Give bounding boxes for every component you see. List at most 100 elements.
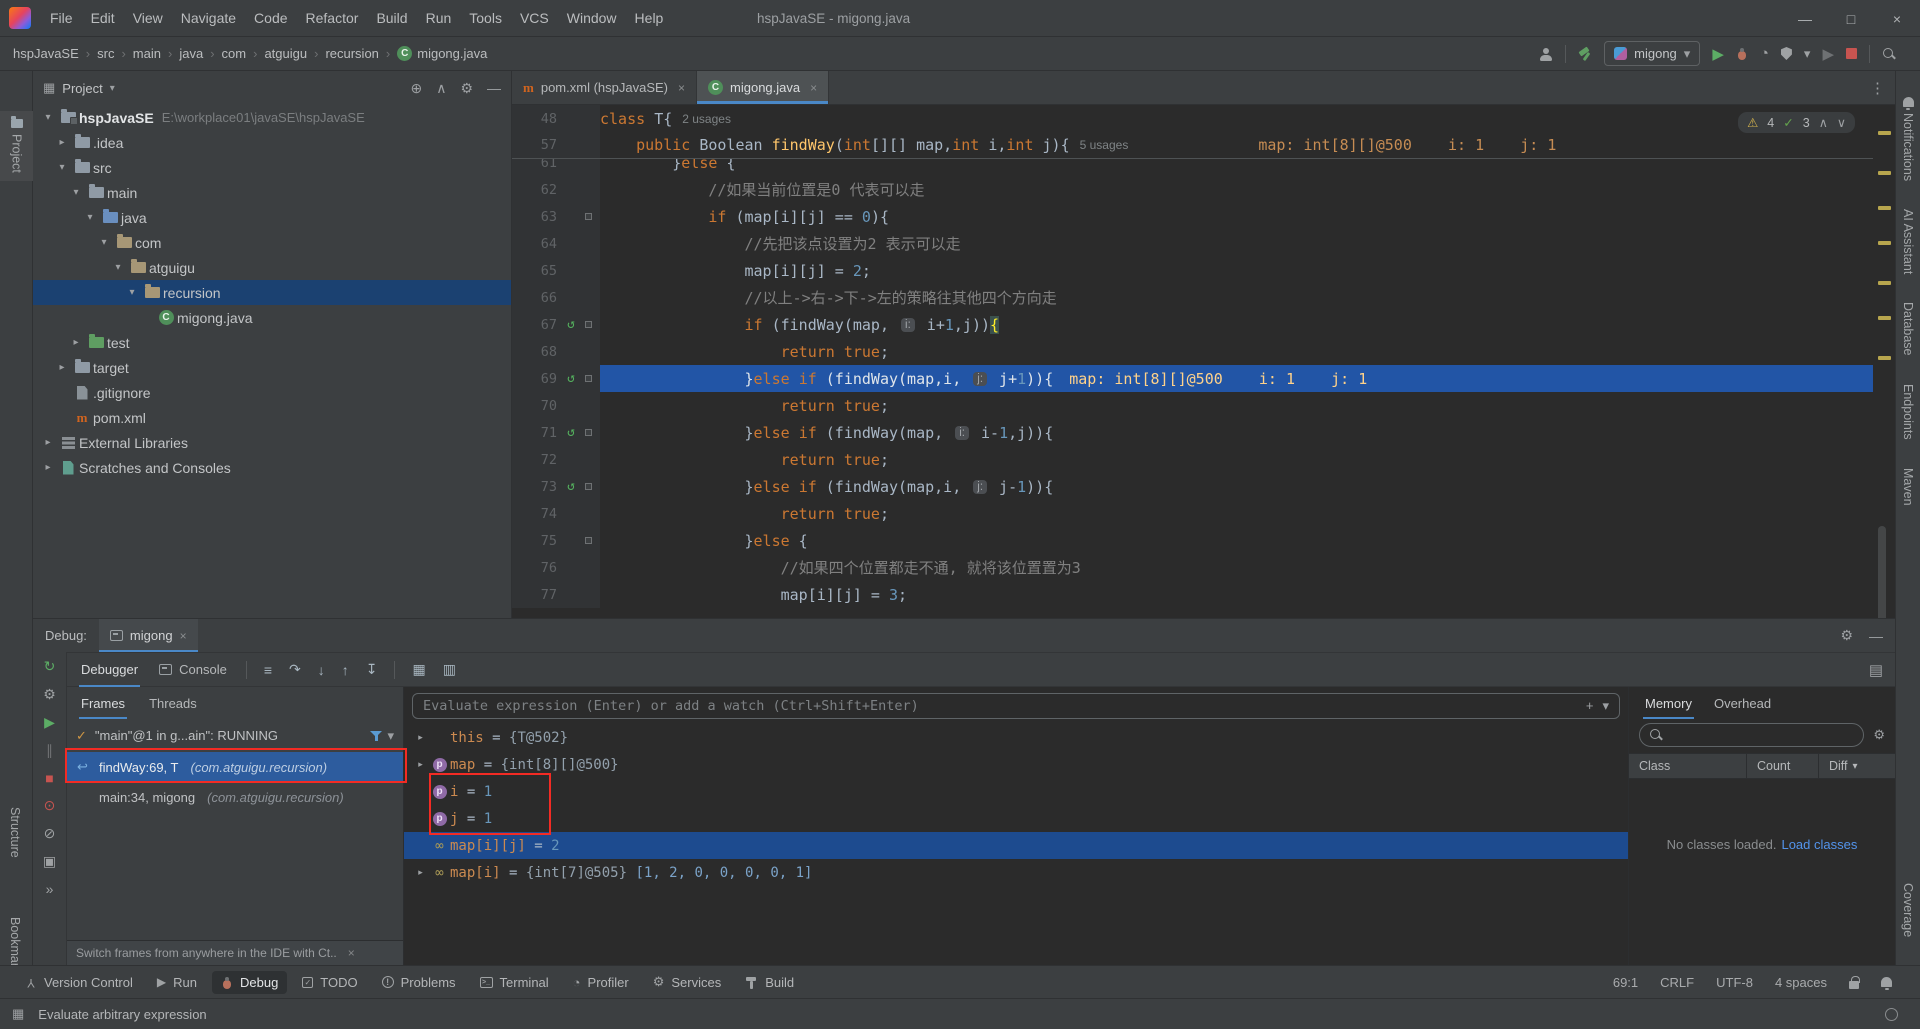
code-line-72[interactable]: 72 return true;: [512, 446, 1873, 473]
code-line-71[interactable]: 71 ↺ } else if (findWay(map, i: i- 1 ,j)){: [512, 419, 1873, 446]
project-panel-title[interactable]: Project: [62, 81, 102, 96]
stop-button[interactable]: [1846, 48, 1857, 59]
tool-windows-toggle-icon[interactable]: ▦: [12, 1006, 24, 1022]
gutter[interactable]: 71 ↺: [512, 419, 600, 446]
debug-tab-debugger[interactable]: Debugger: [79, 652, 140, 687]
code-line-61[interactable]: 61 } else {: [512, 159, 1873, 176]
fold-icon[interactable]: [584, 537, 592, 544]
debug-settings-gear-icon[interactable]: ⚙: [1840, 627, 1853, 644]
close-tab-icon[interactable]: ×: [810, 81, 817, 95]
tree-item-recursion[interactable]: ▾ recursion: [33, 280, 511, 305]
run-button[interactable]: ▶: [1712, 45, 1724, 63]
tree-expand-icon[interactable]: ▾: [39, 112, 57, 123]
code-line-70[interactable]: 70 return true;: [512, 392, 1873, 419]
tool-button-project[interactable]: Project: [0, 111, 33, 181]
fold-icon[interactable]: [584, 321, 592, 328]
warning-stripe-mark[interactable]: [1878, 131, 1891, 135]
rerun-icon[interactable]: ↻: [44, 658, 56, 675]
variable-map-i-j[interactable]: ∞ map[i][j] = 2: [404, 832, 1628, 859]
fold-icon[interactable]: [584, 375, 592, 382]
gutter[interactable]: 62: [512, 176, 600, 203]
step-out-icon[interactable]: ↑: [342, 662, 349, 678]
run-to-cursor-icon[interactable]: ↧: [366, 661, 378, 678]
caret-position[interactable]: 69:1: [1613, 975, 1638, 990]
gutter[interactable]: 76: [512, 554, 600, 581]
expand-arrow-icon[interactable]: ▸: [412, 867, 429, 878]
tree-expand-icon[interactable]: ▾: [109, 262, 127, 273]
code-line-63[interactable]: 63 if (map[i][j] == 0){: [512, 203, 1873, 230]
thread-selector[interactable]: ✓ "main"@1 in g...ain": RUNNING ▾: [67, 719, 403, 752]
fold-icon[interactable]: [584, 429, 592, 436]
close-session-icon[interactable]: ×: [180, 629, 187, 643]
tool-button-coverage[interactable]: Coverage: [1901, 883, 1915, 937]
gear-icon[interactable]: ⚙: [460, 80, 473, 97]
notifications-bell-icon[interactable]: [1881, 977, 1892, 990]
tool-button-database[interactable]: Database: [1901, 302, 1915, 356]
tree-expand-icon[interactable]: ▸: [39, 462, 57, 473]
step-into-icon[interactable]: ↓: [318, 662, 325, 678]
memory-search-input[interactable]: [1670, 727, 1855, 743]
tree-item-atguigu[interactable]: ▾ atguigu: [33, 255, 511, 280]
gutter[interactable]: 66: [512, 284, 600, 311]
tool-button-todo[interactable]: ✓ TODO: [293, 971, 366, 994]
gutter[interactable]: 72: [512, 446, 600, 473]
line-number[interactable]: 74: [512, 506, 562, 522]
menu-run[interactable]: Run: [417, 0, 461, 36]
code-line-75[interactable]: 75 } else {: [512, 527, 1873, 554]
code-line-74[interactable]: 74 return true;: [512, 500, 1873, 527]
tree-expand-icon[interactable]: ▾: [95, 237, 113, 248]
code-line-76[interactable]: 76 //如果四个位置都走不通, 就将该位置置为3: [512, 554, 1873, 581]
chevron-down-icon[interactable]: ▾: [387, 728, 394, 744]
resume-icon[interactable]: ▶: [44, 714, 55, 731]
breadcrumb-src[interactable]: src: [94, 44, 117, 63]
menu-navigate[interactable]: Navigate: [172, 0, 245, 36]
gutter[interactable]: 64: [512, 230, 600, 257]
line-number[interactable]: 67: [512, 317, 562, 333]
line-number[interactable]: 70: [512, 398, 562, 414]
tree-expand-icon[interactable]: ▸: [39, 437, 57, 448]
gutter[interactable]: 69 ↺: [512, 365, 600, 392]
warning-stripe-mark[interactable]: [1878, 316, 1891, 320]
menu-code[interactable]: Code: [245, 0, 296, 36]
maximize-button[interactable]: □: [1828, 0, 1874, 37]
warning-stripe-mark[interactable]: [1878, 206, 1891, 210]
locate-file-icon[interactable]: ⊕: [410, 80, 422, 97]
prev-problem-icon[interactable]: ∧: [1819, 115, 1828, 130]
code-line-68[interactable]: 68 return true;: [512, 338, 1873, 365]
editor-tab-migong-java[interactable]: migong.java ×: [697, 71, 830, 104]
debug-session-tab[interactable]: migong ×: [98, 619, 198, 652]
code-line-69[interactable]: 69 ↺ } else if (findWay(map,i, j: j+ 1)){ma…: [512, 365, 1873, 392]
close-button[interactable]: ×: [1874, 0, 1920, 37]
more-icon[interactable]: »: [46, 881, 54, 897]
menu-edit[interactable]: Edit: [82, 0, 124, 36]
line-number[interactable]: 76: [512, 560, 562, 576]
tree-item-pom-xml[interactable]: pom.xml: [33, 405, 511, 430]
tree-expand-icon[interactable]: ▾: [67, 187, 85, 198]
tab-frames[interactable]: Frames: [79, 687, 127, 719]
line-separator[interactable]: CRLF: [1660, 975, 1694, 990]
tool-button-terminal[interactable]: >_ Terminal: [471, 971, 558, 994]
code-line-48[interactable]: 48 class T{2 usages: [512, 105, 1873, 132]
close-tab-icon[interactable]: ×: [678, 81, 685, 95]
lock-icon[interactable]: [1849, 975, 1860, 989]
variable-i[interactable]: pi = 1: [404, 778, 1628, 805]
more-run-options-icon[interactable]: ▾: [1804, 46, 1811, 62]
tree-item-com[interactable]: ▾ com: [33, 230, 511, 255]
warning-stripe-mark[interactable]: [1878, 281, 1891, 285]
tool-button-version-control[interactable]: Y Version Control: [16, 971, 142, 994]
stack-frame-0[interactable]: ↩ findWay:69, T (com.atguigu.recursion): [67, 752, 403, 782]
filter-funnel-icon[interactable]: [370, 730, 383, 742]
tree-expand-icon[interactable]: ▾: [81, 212, 99, 223]
run-config-selector[interactable]: migong ▾: [1604, 41, 1701, 66]
menu-help[interactable]: Help: [626, 0, 673, 36]
breadcrumb-migong-java[interactable]: migong.java: [394, 44, 490, 63]
tool-button-notifications[interactable]: Notifications: [1901, 97, 1915, 181]
columns-view-icon[interactable]: ▥: [443, 661, 456, 678]
expand-arrow-icon[interactable]: ▸: [412, 732, 429, 743]
code-line-66[interactable]: 66 //以上->右->下->左的策略往其他四个方向走: [512, 284, 1873, 311]
code-line-62[interactable]: 62 //如果当前位置是0 代表可以走: [512, 176, 1873, 203]
tree-item-gitignore[interactable]: .gitignore: [33, 380, 511, 405]
expand-arrow-icon[interactable]: ▸: [412, 759, 429, 770]
tab-memory[interactable]: Memory: [1643, 687, 1694, 719]
line-number[interactable]: 62: [512, 182, 562, 198]
